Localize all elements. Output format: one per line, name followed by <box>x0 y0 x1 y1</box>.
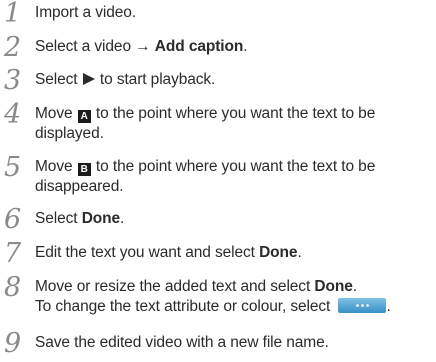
play-icon <box>82 73 95 85</box>
step-text-before: Move <box>35 105 77 122</box>
step-number: 5 <box>4 152 22 183</box>
step-line2-before: To change the text attribute or colour, … <box>35 298 335 315</box>
step-text: Select Done. <box>35 209 430 229</box>
step-text: Import a video. <box>35 3 430 23</box>
step-text-before: Select <box>35 71 82 88</box>
done-label: Done <box>259 244 298 261</box>
step-number: 3 <box>4 65 22 96</box>
step-text: Move B to the point where you want the t… <box>35 157 430 197</box>
step-text: Select to start playback. <box>35 70 430 90</box>
step-text-after: . <box>297 244 302 261</box>
step-number: 9 <box>4 328 22 359</box>
step-text-after: . <box>243 38 248 55</box>
step-list: 1 Import a video. 2 Select a video → Add… <box>0 0 436 362</box>
add-caption-label: Add caption <box>154 38 244 55</box>
marker-b-icon: B <box>77 163 91 176</box>
step-line2-after: . <box>386 298 391 315</box>
step-text-content: Import a video. <box>35 4 137 21</box>
step-number: 1 <box>4 0 22 29</box>
step-line-1: Move or resize the added text and select… <box>35 277 430 297</box>
step-number: 7 <box>4 238 22 269</box>
done-label: Done <box>81 210 121 227</box>
step-line-2: To change the text attribute or colour, … <box>35 297 430 317</box>
step-text-before: Select <box>35 210 82 227</box>
step-text-before: Select a video → <box>35 38 155 55</box>
dots-icon <box>355 304 370 307</box>
step-text: Select a video → Add caption. <box>35 37 430 57</box>
step-text: Save the edited video with a new file na… <box>35 333 430 353</box>
step-number: 2 <box>4 32 22 63</box>
step-text: Move A to the point where you want the t… <box>35 104 430 144</box>
step-text-after: . <box>120 210 125 227</box>
step-number: 4 <box>4 99 22 130</box>
step-number: 6 <box>4 204 22 235</box>
step-number: 8 <box>4 272 22 303</box>
step-text-before: Move or resize the added text and select <box>35 278 315 295</box>
step-text: Move or resize the added text and select… <box>35 277 430 317</box>
more-options-button-icon <box>338 298 387 313</box>
marker-a-icon: A <box>77 110 91 123</box>
step-text: Edit the text you want and select Done. <box>35 243 430 263</box>
step-text-before: Move <box>35 158 77 175</box>
step-text-content: Save the edited video with a new file na… <box>35 334 329 351</box>
step-text-before: Edit the text you want and select <box>35 244 260 261</box>
done-label: Done <box>314 278 353 295</box>
step-text-after: to start playback. <box>95 71 216 88</box>
step-text-after: . <box>352 278 357 295</box>
